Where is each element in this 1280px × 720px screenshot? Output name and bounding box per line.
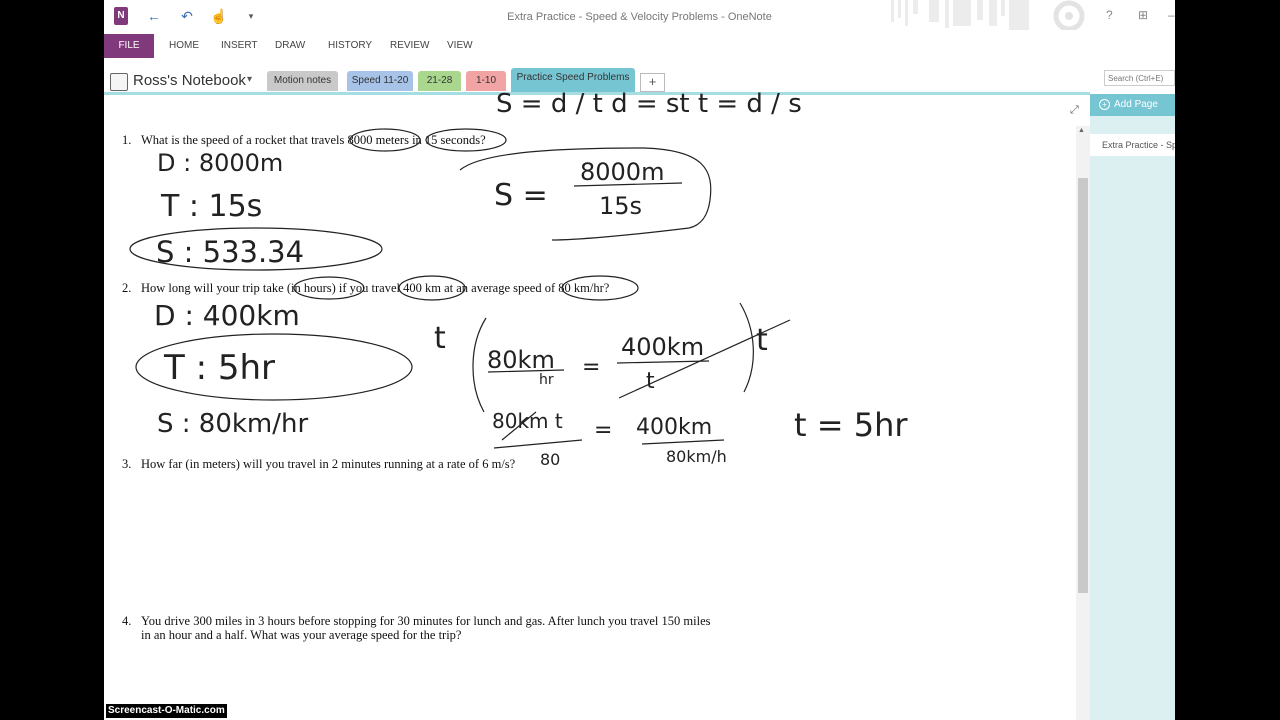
ink-q2-eq1-left-num: 80km (487, 346, 555, 374)
ink-q2-fraction-bar-right (616, 360, 710, 364)
ink-circle-q2-answer (135, 333, 413, 401)
ink-q2-answer: t = 5hr (794, 406, 908, 444)
help-button[interactable]: ? (1106, 8, 1113, 22)
ribbon-tabs: FILE HOME INSERT DRAW HISTORY REVIEW VIE… (104, 34, 1175, 58)
ink-q2-time: T : 5hr (163, 348, 275, 388)
file-tab[interactable]: FILE (104, 34, 154, 58)
tab-view[interactable]: VIEW (447, 34, 473, 58)
ink-q2-eq1-right-den: t (646, 369, 655, 394)
add-icon: + (1099, 99, 1110, 110)
ink-q2-eq1-equals: = (582, 355, 600, 380)
question-text[interactable]: What is the speed of a rocket that trave… (141, 133, 486, 147)
section-tab-practice-speed-problems[interactable]: Practice Speed Problems (511, 68, 635, 92)
scroll-up-icon[interactable]: ▲ (1078, 127, 1085, 134)
ink-q2-t-right: t (756, 323, 768, 358)
ink-q2-eq2-left: 80km t (492, 409, 563, 433)
question-number: 2. (122, 281, 132, 295)
section-tab-1-10[interactable]: 1-10 (466, 71, 506, 91)
ink-q2-speed: S : 80km/hr (157, 409, 308, 439)
ink-q1-speed: S : 533.34 (156, 235, 304, 269)
ink-q2-left-paren (472, 317, 487, 413)
notebook-name[interactable]: Ross's Notebook (133, 72, 246, 89)
notebook-dropdown-icon[interactable]: ▾ (247, 74, 252, 85)
minimize-icon[interactable]: – (1168, 8, 1175, 22)
watermark: Screencast-O-Matic.com (106, 704, 227, 718)
add-page-button[interactable]: + Add Page (1090, 94, 1175, 116)
ink-q1-formula-num: 8000m (580, 158, 664, 186)
section-tab-21-28[interactable]: 21-28 (418, 71, 461, 91)
ink-q1-formula-s: S = (494, 178, 548, 213)
ink-q2-eq2-cancel (501, 411, 537, 441)
question-text[interactable]: How long will your trip take (in hours) … (141, 281, 609, 295)
expand-icon[interactable]: ⤢ (1070, 104, 1079, 117)
page-item[interactable]: Extra Practice - Speed & Velocity Proble… (1090, 134, 1175, 156)
ink-q2-eq2-fraction-bar-right (641, 439, 725, 445)
ink-q1-time: T : 15s (160, 189, 262, 224)
ink-q1-distance: D : 8000m (157, 149, 283, 177)
ink-q2-eq2-right-num: 400km (636, 415, 712, 440)
notebook-icon[interactable] (110, 73, 128, 91)
ink-q2-fraction-bar-left (487, 369, 565, 373)
ink-q2-distance: D : 400km (154, 299, 300, 332)
search-input[interactable]: Search (Ctrl+E) (1104, 70, 1175, 86)
question-text[interactable]: You drive 300 miles in 3 hours before st… (141, 614, 721, 642)
section-tab-motion-notes[interactable]: Motion notes (267, 71, 338, 91)
ink-layer: S = d / t d = st t = d / s D : 8000m T :… (129, 89, 908, 469)
ink-q2-eq2-fraction-bar-left (493, 439, 583, 449)
pages-pane: + Add Page Extra Practice - Speed & Veloc… (1090, 94, 1175, 720)
scroll-thumb[interactable] (1078, 178, 1088, 593)
ink-q1-cloud (459, 147, 712, 241)
vertical-scrollbar[interactable]: ▲ (1076, 126, 1090, 720)
tab-draw[interactable]: DRAW (275, 34, 305, 58)
question-number: 3. (122, 457, 132, 471)
add-section-button[interactable]: + (640, 73, 665, 92)
tab-review[interactable]: REVIEW (390, 34, 429, 58)
onenote-window: N ← ↶ ☝ ▾ Extra Practice - Speed & Veloc… (104, 0, 1175, 720)
ink-q1-formula-den: 15s (599, 192, 642, 220)
title-bar: N ← ↶ ☝ ▾ Extra Practice - Speed & Veloc… (104, 0, 1175, 34)
ink-q2-eq1-left-den: hr (539, 372, 554, 388)
ink-q1-fraction-bar (573, 182, 683, 187)
title-decoration (891, 0, 1085, 30)
tab-home[interactable]: HOME (169, 34, 199, 58)
ink-q2-strike-line (618, 319, 791, 399)
ink-q2-right-paren (739, 302, 754, 393)
ink-q2-eq2-equals: = (594, 418, 612, 443)
question-number: 1. (122, 133, 132, 147)
tab-insert[interactable]: INSERT (221, 34, 258, 58)
section-color-line (104, 92, 1090, 95)
section-tab-speed-11-20[interactable]: Speed 11-20 (347, 71, 413, 91)
ink-q2-eq2-left-den: 80 (540, 450, 560, 469)
question-text[interactable]: How far (in meters) will you travel in 2… (141, 457, 515, 471)
ink-circle-q1-answer (129, 227, 383, 271)
notebook-bar: Ross's Notebook ▾ Motion notes Speed 11-… (104, 66, 1175, 94)
ink-q2-t: t (434, 321, 446, 356)
question-number: 4. (122, 614, 132, 628)
add-page-label: Add Page (1114, 99, 1158, 110)
tab-history[interactable]: HISTORY (328, 34, 372, 58)
restore-icon[interactable]: ⊞ (1138, 8, 1148, 22)
ink-q2-eq2-right-den: 80km/h (666, 447, 727, 466)
ink-q2-eq1-right-num: 400km (621, 333, 704, 361)
